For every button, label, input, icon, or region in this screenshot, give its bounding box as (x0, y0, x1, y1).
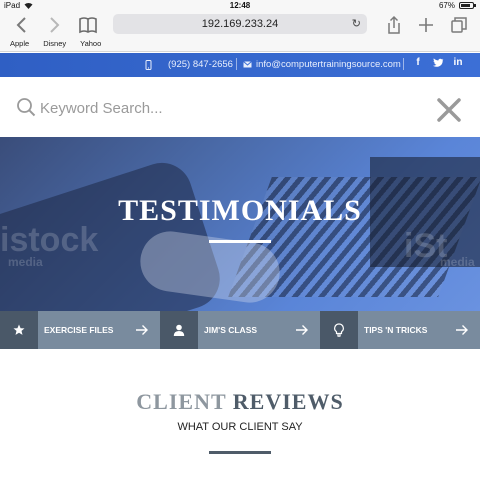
quick-link-exercise-files[interactable]: EXERCISE FILES (0, 311, 160, 349)
section-title-word1: CLIENT (136, 389, 227, 414)
status-time: 12:48 (229, 1, 251, 10)
close-icon[interactable] (435, 96, 463, 124)
browser-toolbar: 192.169.233.24 ↻ Apple Disney Yahoo (0, 12, 480, 52)
person-icon (160, 311, 198, 349)
email-address: info@computertrainingsource.com (256, 59, 401, 70)
battery-icon (459, 2, 476, 9)
section-underline (209, 451, 271, 454)
title-underline (209, 240, 271, 243)
hero-banner: istock iSt media media TESTIMONIALS (0, 137, 480, 312)
star-icon (0, 311, 38, 349)
chevron-left-icon (16, 17, 26, 33)
forward-button[interactable] (42, 14, 66, 36)
new-tab-icon[interactable] (416, 15, 436, 35)
url-field[interactable]: 192.169.233.24 ↻ (113, 14, 367, 34)
watermark: media (440, 255, 475, 269)
quick-link-jims-class[interactable]: JIM'S CLASS (160, 311, 320, 349)
url-text: 192.169.233.24 (201, 18, 279, 30)
envelope-icon (243, 61, 252, 68)
search-icon (17, 98, 36, 117)
email-link[interactable]: info@computertrainingsource.com (243, 59, 401, 70)
chevron-right-icon (50, 17, 60, 33)
share-icon[interactable] (384, 15, 404, 35)
bookmarks-button[interactable] (76, 14, 100, 36)
divider (403, 58, 404, 70)
search-input[interactable] (40, 97, 400, 119)
section-title: CLIENT REVIEWS (0, 389, 480, 415)
twitter-icon[interactable] (432, 57, 444, 71)
book-icon (79, 17, 97, 34)
client-reviews-section: CLIENT REVIEWS WHAT OUR CLIENT SAY (0, 349, 480, 480)
arrow-right-icon (456, 325, 468, 335)
reload-icon[interactable]: ↻ (352, 14, 361, 34)
linkedin-icon[interactable]: in (452, 57, 464, 68)
quick-link-tips-n-tricks[interactable]: TIPS 'N TRICKS (320, 311, 480, 349)
tabs-icon[interactable] (449, 15, 469, 35)
bookmark-yahoo[interactable]: Yahoo (80, 39, 101, 48)
contact-bar: (925) 847-2656 info@computertrainingsour… (0, 53, 480, 77)
lightbulb-icon (320, 311, 358, 349)
section-subtitle: WHAT OUR CLIENT SAY (177, 421, 303, 433)
facebook-icon[interactable]: f (412, 57, 424, 68)
watermark: media (8, 255, 43, 269)
divider (236, 58, 237, 70)
bookmarks-bar: Apple Disney Yahoo (10, 39, 101, 48)
bookmark-disney[interactable]: Disney (43, 39, 66, 48)
phone-icon (145, 59, 152, 70)
search-overlay (0, 77, 480, 137)
arrow-right-icon (136, 325, 148, 335)
phone-number: (925) 847-2656 (168, 59, 233, 70)
status-bar: iPad 12:48 67% (0, 0, 480, 12)
back-button[interactable] (10, 14, 34, 36)
phone-link[interactable]: (925) 847-2656 (145, 59, 233, 70)
status-right: 67% (438, 1, 476, 10)
section-title-word2: REVIEWS (232, 389, 344, 414)
arrow-right-icon (296, 325, 308, 335)
quick-links-bar: EXERCISE FILES JIM'S CLASS TIPS 'N TRICK… (0, 311, 480, 349)
battery-percent: 67% (438, 1, 455, 10)
bookmark-apple[interactable]: Apple (10, 39, 29, 48)
page-title: TESTIMONIALS (118, 194, 362, 227)
